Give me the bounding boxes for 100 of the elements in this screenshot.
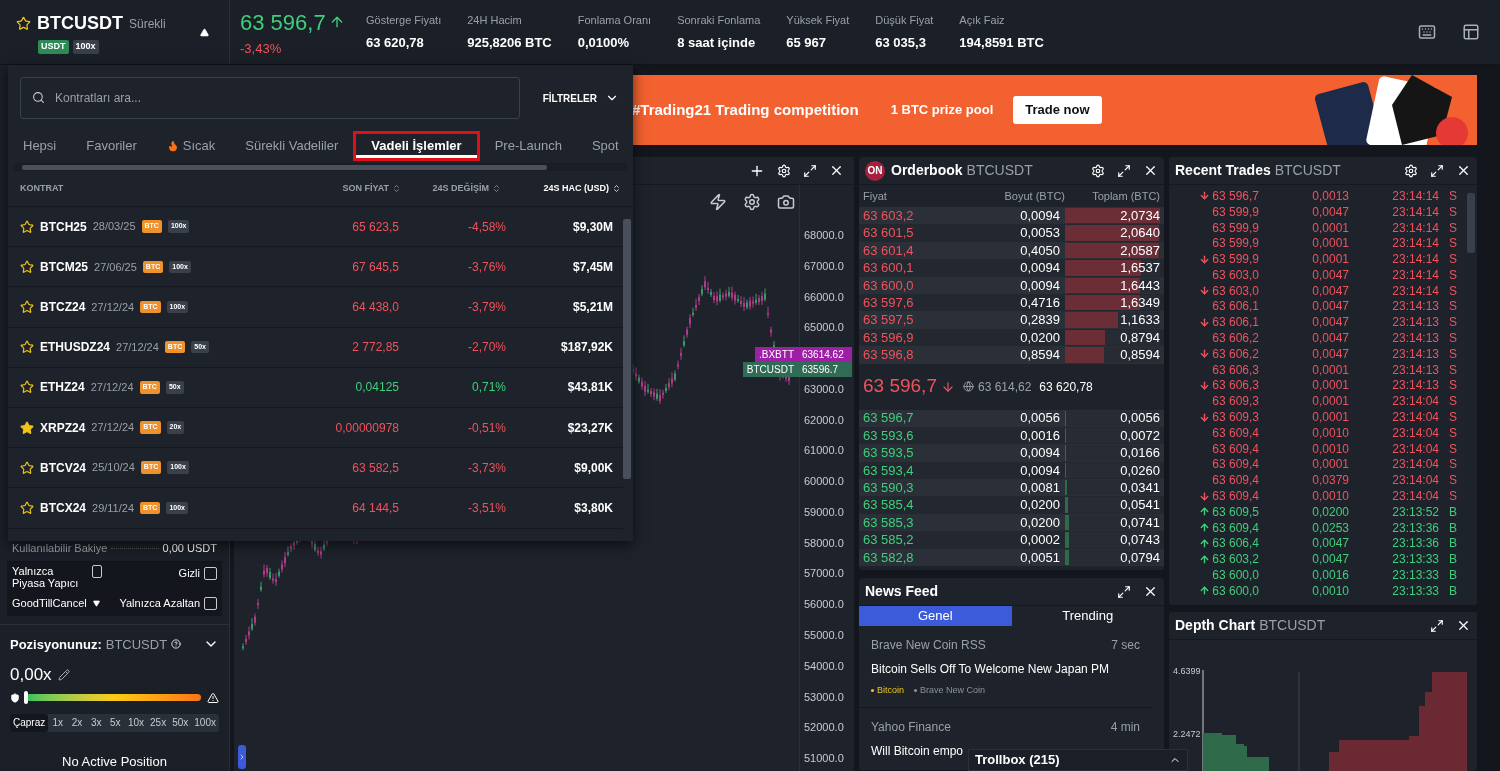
expand-icon[interactable] (803, 163, 817, 178)
news-tag[interactable]: Bitcoin (877, 683, 904, 697)
leverage-option[interactable]: 3x (86, 713, 106, 732)
news-tab[interactable]: Trending (1011, 606, 1164, 626)
close-icon[interactable] (829, 163, 844, 178)
leverage-slider-thumb[interactable] (24, 691, 28, 704)
column-header[interactable]: 24S HAC (USD) (543, 181, 609, 196)
option-label: Yalnızca Azaltan (119, 596, 200, 611)
market-tab[interactable]: Sıcak (151, 131, 231, 161)
position-status: No Active Position (61, 752, 168, 771)
trade-side: S (1448, 187, 1457, 205)
expand-icon[interactable] (1430, 163, 1444, 178)
search-icon (32, 91, 45, 104)
trade-now-button[interactable]: Trade now (1013, 96, 1102, 124)
close-icon[interactable] (1143, 584, 1158, 599)
favorite-star-icon[interactable] (20, 460, 34, 475)
ask-price: 63 601,5 (863, 224, 915, 243)
news-tag[interactable]: Brave New Coin (920, 683, 986, 697)
sort-icon[interactable] (392, 184, 401, 193)
trade-time: 23:14:04 (1391, 409, 1439, 427)
camera-icon[interactable] (777, 193, 795, 211)
stat-label: Gösterge Fiyatı (366, 13, 442, 28)
checkbox[interactable] (204, 566, 217, 580)
news-tab[interactable]: Genel (859, 606, 1012, 626)
checkbox[interactable] (204, 596, 217, 610)
layout-icon[interactable] (1462, 23, 1480, 41)
contract-change: 0,71% (470, 379, 506, 397)
pencil-icon[interactable] (57, 668, 70, 681)
close-icon[interactable] (1456, 163, 1471, 178)
expand-icon[interactable] (1430, 618, 1444, 633)
trade-size: 0,0001 (1311, 361, 1349, 379)
leverage-option[interactable]: Çapraz (10, 713, 49, 732)
market-tab[interactable]: Sürekli Vadeliler (230, 131, 354, 161)
panel-title: Depth Chart (1175, 616, 1256, 635)
search-field[interactable]: Kontratları ara... (20, 77, 520, 119)
ask-price: 63 600,0 (863, 276, 915, 295)
favorite-star-icon[interactable] (16, 16, 31, 32)
bid-price: 63 593,5 (863, 444, 915, 463)
status-badge: ON (865, 160, 885, 181)
market-tab[interactable]: Hepsi (8, 131, 72, 161)
favorite-star-icon[interactable] (20, 259, 34, 274)
leverage-option[interactable]: 1x (48, 713, 68, 732)
indicator-icon[interactable] (709, 193, 727, 211)
leverage-option[interactable]: 5x (105, 713, 125, 732)
scrollbar[interactable] (623, 219, 631, 479)
leverage-option[interactable]: 10x (124, 713, 148, 732)
contract-volume: $43,81K (566, 379, 613, 397)
market-tab[interactable]: Spot (576, 131, 634, 161)
trade-side: S (1448, 219, 1457, 237)
news-headline[interactable]: Will Bitcoin empo (871, 742, 964, 760)
favorite-star-icon[interactable] (20, 380, 34, 395)
expand-handle[interactable] (238, 745, 246, 769)
filters-button[interactable]: FİLTRELER (542, 90, 619, 106)
settings-icon[interactable] (743, 193, 761, 211)
time-in-force-dropdown[interactable]: GoodTillCancel (12, 595, 100, 612)
favorite-star-icon[interactable] (20, 340, 34, 355)
trade-side: S (1448, 456, 1457, 474)
market-tab[interactable]: Favoriler (71, 131, 152, 161)
leverage-option[interactable]: 25x (147, 713, 170, 732)
leverage-option[interactable]: 50x (169, 713, 192, 732)
bid-size: 0,0051 (1019, 548, 1060, 567)
trade-price: 63 606,2 (1212, 330, 1259, 348)
ask-size: 0,0053 (1019, 224, 1060, 243)
trade-side: S (1448, 377, 1457, 395)
column-header[interactable]: SON FİYAT (342, 181, 389, 196)
ask-total: 1,1633 (1120, 311, 1160, 330)
close-icon[interactable] (1456, 618, 1471, 633)
sort-icon[interactable] (492, 184, 501, 193)
axis-label: 56000.0 (804, 597, 844, 612)
caret-up-icon[interactable] (200, 27, 209, 37)
help-icon[interactable] (171, 639, 182, 650)
stat-label: Yüksek Fiyat (786, 13, 850, 28)
trade-side: B (1448, 535, 1457, 553)
ask-total: 2,0587 (1120, 241, 1160, 260)
contract-volume: $9,00K (573, 459, 613, 477)
symbol-tag: USDT (38, 40, 69, 54)
leverage-option[interactable]: 2x (67, 713, 87, 732)
expand-icon[interactable] (1117, 584, 1131, 599)
column-header[interactable]: 24S DEĞİŞİM (432, 181, 489, 196)
market-tab[interactable]: Pre-Launch (479, 131, 577, 161)
favorite-star-icon[interactable] (20, 420, 34, 435)
favorite-star-icon[interactable] (20, 219, 34, 234)
checkbox[interactable] (92, 565, 102, 578)
scrollbar[interactable] (1467, 193, 1475, 253)
keyboard-icon[interactable] (1418, 23, 1436, 41)
ask-size: 0,4050 (1019, 241, 1060, 260)
leverage-option[interactable]: 100x (191, 713, 219, 732)
ask-price: 63 601,4 (863, 241, 915, 260)
favorite-star-icon[interactable] (20, 299, 34, 314)
close-icon[interactable] (1143, 163, 1158, 178)
sort-icon[interactable] (612, 184, 621, 193)
trade-side: S (1448, 488, 1457, 506)
trollbox-bar[interactable]: Trollbox (215) (968, 749, 1188, 771)
favorite-star-icon[interactable] (20, 500, 34, 515)
news-headline[interactable]: Bitcoin Sells Off To Welcome New Japan PM (871, 659, 1110, 678)
leverage-slider-track[interactable] (26, 694, 201, 701)
market-tab[interactable]: Vadeli İşlemler (353, 131, 480, 161)
expand-icon[interactable] (1117, 163, 1131, 178)
horizontal-scrollbar[interactable] (14, 163, 627, 171)
trade-size: 0,0001 (1311, 251, 1349, 269)
